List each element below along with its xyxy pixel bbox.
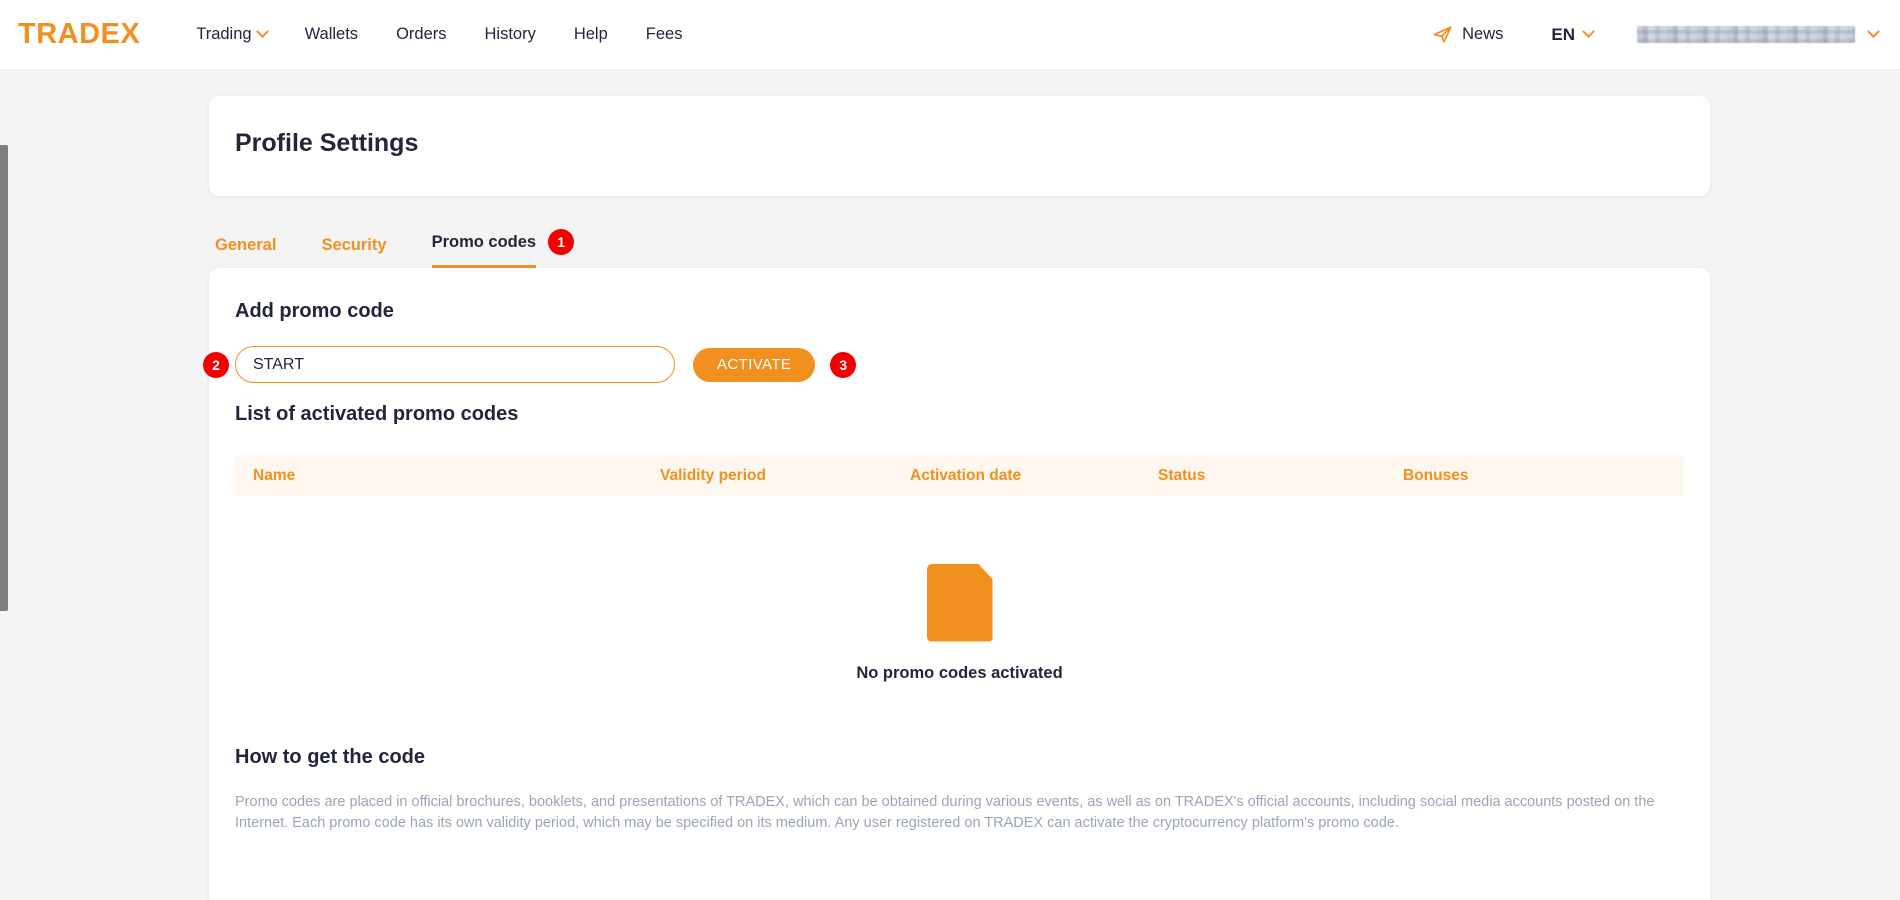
promo-code-input[interactable] — [235, 346, 675, 383]
language-value: EN — [1551, 24, 1575, 44]
nav-item-help[interactable]: Help — [574, 25, 608, 44]
empty-state-text: No promo codes activated — [856, 663, 1063, 682]
table-header-row: Name Validity period Activation date Sta… — [235, 456, 1684, 496]
column-header-activation: Activation date — [910, 467, 1022, 484]
nav-item-label: History — [484, 25, 536, 43]
page-title: Profile Settings — [235, 129, 419, 157]
user-account-menu[interactable] — [1637, 25, 1880, 43]
tab-promo-codes[interactable]: Promo codes 1 — [431, 229, 575, 268]
chevron-down-icon — [1582, 25, 1595, 39]
chevron-down-icon — [255, 25, 269, 39]
page-body: Profile Settings General Security Promo … — [0, 70, 1900, 900]
paper-plane-icon — [1433, 26, 1452, 43]
add-promo-code-title: Add promo code — [235, 300, 394, 322]
main-navigation: Trading Wallets Orders History Help Fees — [196, 25, 682, 44]
how-to-get-code-text: Promo codes are placed in official broch… — [235, 794, 1655, 831]
topbar-right-group: News EN — [1432, 24, 1900, 45]
add-promo-code-row: 2 ACTIVATE 3 — [203, 346, 857, 383]
chevron-down-icon — [1867, 25, 1880, 39]
nav-item-wallets[interactable]: Wallets — [305, 25, 358, 44]
nav-item-trading[interactable]: Trading — [196, 25, 269, 44]
profile-settings-header-card: Profile Settings — [209, 96, 1710, 196]
tab-label: General — [215, 236, 277, 254]
language-selector[interactable]: EN — [1551, 24, 1595, 45]
empty-state: No promo codes activated — [235, 508, 1684, 738]
activate-button[interactable]: ACTIVATE — [693, 347, 816, 382]
nav-item-label: Trading — [196, 25, 252, 43]
step-badge-1: 1 — [548, 229, 575, 255]
column-header-validity: Validity period — [660, 467, 766, 484]
column-header-status: Status — [1158, 467, 1206, 484]
step-badge-2: 2 — [203, 351, 229, 378]
nav-item-label: Help — [573, 25, 608, 43]
nav-item-label: Wallets — [304, 25, 359, 43]
tab-label: Security — [321, 236, 387, 254]
top-navigation-bar: TRADEX Trading Wallets Orders History He… — [0, 0, 1900, 70]
tab-label: Promo codes — [431, 233, 537, 251]
news-link[interactable]: News — [1432, 24, 1503, 45]
nav-item-fees[interactable]: Fees — [646, 25, 683, 44]
promo-codes-panel: Add promo code 2 ACTIVATE 3 List of acti… — [203, 268, 1710, 900]
nav-item-label: Fees — [645, 25, 683, 43]
activated-promo-codes-table: Name Validity period Activation date Sta… — [235, 456, 1684, 496]
column-header-bonuses: Bonuses — [1403, 467, 1469, 484]
nav-item-label: Orders — [396, 25, 447, 43]
settings-tabs: General Security Promo codes 1 — [209, 206, 581, 268]
nav-item-orders[interactable]: Orders — [396, 25, 446, 44]
how-to-get-code-title: How to get the code — [235, 746, 425, 768]
nav-item-history[interactable]: History — [485, 25, 536, 44]
promo-list-title: List of activated promo codes — [235, 403, 519, 425]
column-header-name: Name — [253, 467, 296, 484]
page-scrollbar[interactable] — [0, 145, 8, 611]
step-badge-3: 3 — [830, 351, 857, 378]
tab-general[interactable]: General — [215, 236, 276, 268]
news-label: News — [1462, 25, 1504, 43]
tab-security[interactable]: Security — [321, 236, 386, 268]
brand-logo[interactable]: TRADEX — [18, 18, 140, 51]
document-icon — [926, 563, 993, 642]
user-email-redacted — [1637, 26, 1855, 43]
